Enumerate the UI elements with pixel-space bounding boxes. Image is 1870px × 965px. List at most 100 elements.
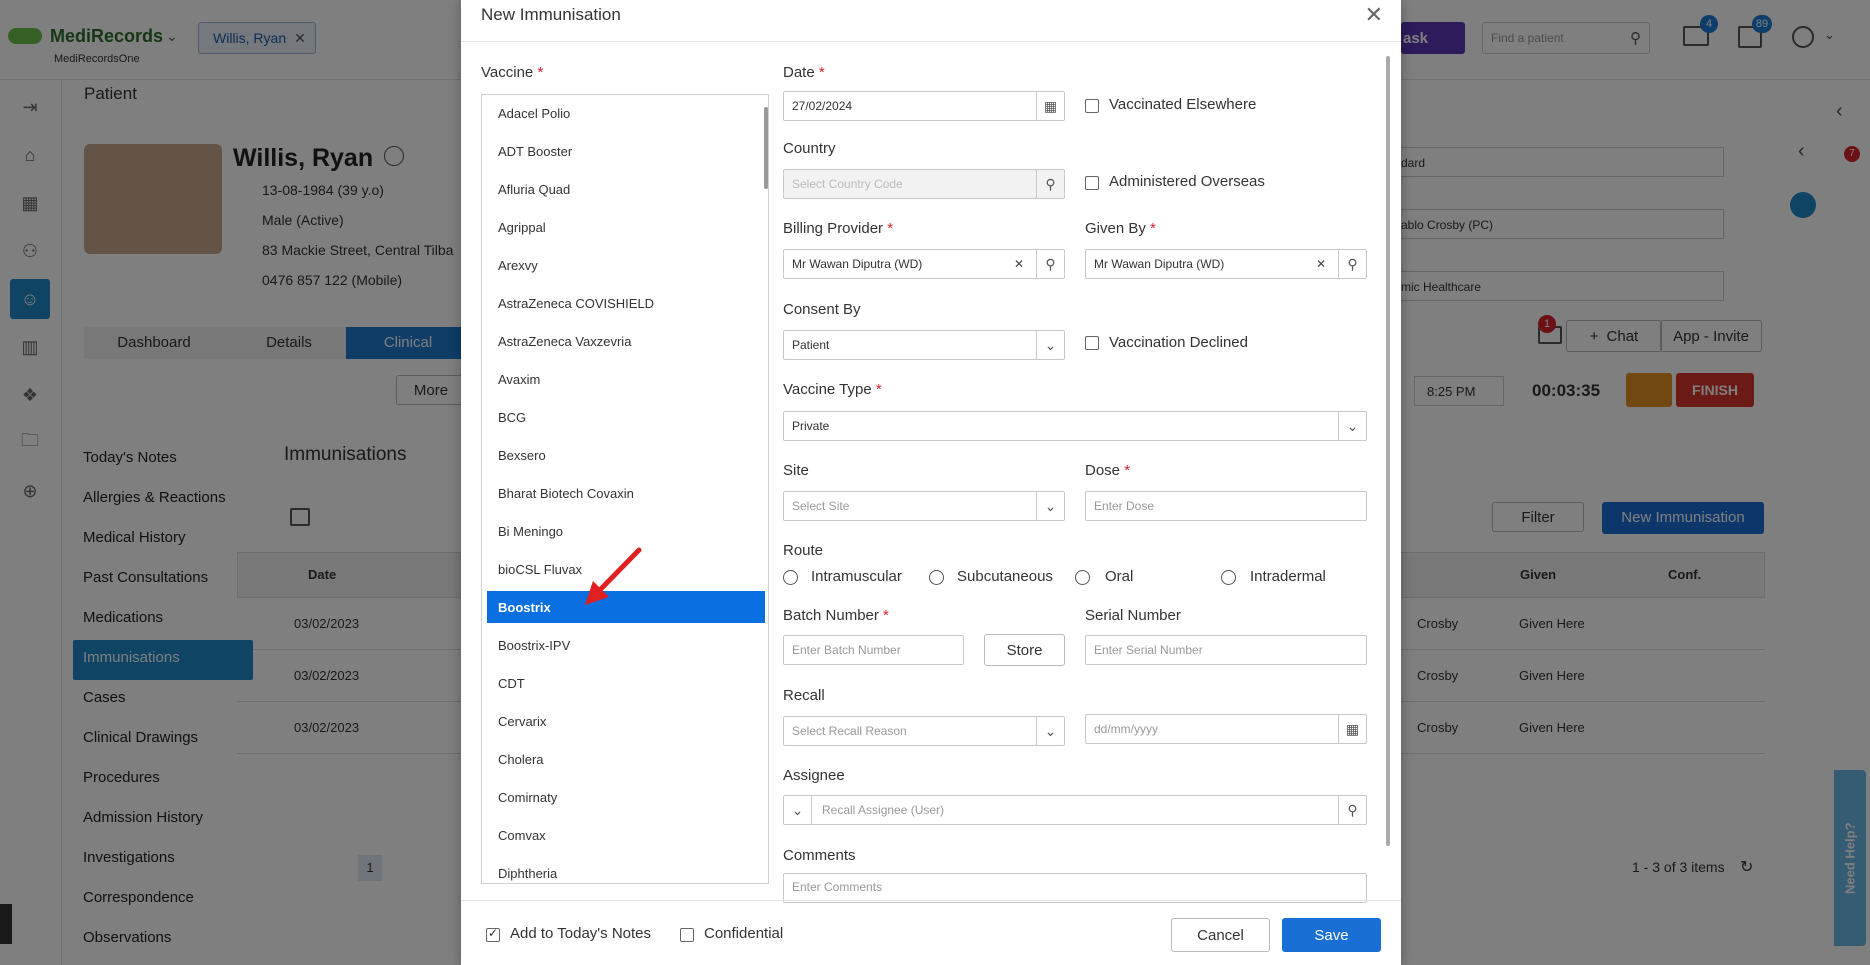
vaccine-option[interactable]: Comvax bbox=[482, 819, 762, 851]
dose-label-text: Dose bbox=[1085, 462, 1121, 479]
dose-placeholder: Enter Dose bbox=[1094, 499, 1155, 513]
required-mark: * bbox=[875, 381, 882, 398]
consent-by-value: Patient bbox=[792, 338, 830, 352]
dose-label: Dose * bbox=[1085, 462, 1130, 479]
vaccine-label-text: Vaccine bbox=[481, 64, 534, 81]
recall-reason-select[interactable]: Select Recall Reason ⌄ bbox=[783, 716, 1065, 746]
vaccine-option[interactable]: AstraZeneca COVISHIELD bbox=[482, 287, 762, 319]
given-by-label: Given By * bbox=[1085, 220, 1156, 237]
search-icon[interactable]: ⚲ bbox=[1338, 250, 1366, 278]
chevron-down-icon[interactable]: ⌄ bbox=[784, 796, 812, 824]
vaccine-list[interactable]: Adacel Polio ADT Booster Afluria Quad Ag… bbox=[481, 94, 769, 884]
consent-by-select[interactable]: Patient ⌄ bbox=[783, 330, 1065, 360]
vaccine-option[interactable]: ADT Booster bbox=[482, 135, 762, 167]
vaccine-option[interactable]: Bi Meningo bbox=[482, 515, 762, 547]
confidential-label: Confidential bbox=[704, 925, 784, 942]
recall-date-input[interactable]: dd/mm/yyyy ▦ bbox=[1085, 714, 1367, 744]
new-immunisation-dialog: New Immunisation ✕ Vaccine * Adacel Poli… bbox=[461, 0, 1401, 965]
chevron-down-icon[interactable]: ⌄ bbox=[1338, 412, 1366, 440]
site-placeholder: Select Site bbox=[792, 499, 850, 513]
add-to-notes-label: Add to Today's Notes bbox=[510, 925, 652, 942]
checkmark-icon: ✓ bbox=[488, 926, 499, 940]
date-label-text: Date bbox=[783, 64, 815, 81]
serial-number-placeholder: Enter Serial Number bbox=[1094, 643, 1203, 657]
serial-number-input[interactable]: Enter Serial Number bbox=[1085, 635, 1367, 665]
chevron-down-icon[interactable]: ⌄ bbox=[1036, 717, 1064, 745]
site-select[interactable]: Select Site ⌄ bbox=[783, 491, 1065, 521]
required-mark: * bbox=[883, 607, 889, 624]
comments-label: Comments bbox=[783, 847, 856, 864]
dose-input[interactable]: Enter Dose bbox=[1085, 491, 1367, 521]
search-icon[interactable]: ⚲ bbox=[1036, 250, 1064, 278]
recall-reason-placeholder: Select Recall Reason bbox=[792, 724, 907, 738]
date-label: Date * bbox=[783, 64, 825, 81]
route-radio-intramuscular[interactable] bbox=[783, 570, 798, 585]
confidential-checkbox[interactable] bbox=[680, 928, 694, 942]
search-icon[interactable]: ⚲ bbox=[1036, 170, 1064, 198]
comments-textarea[interactable]: Enter Comments bbox=[783, 873, 1367, 903]
divider bbox=[461, 41, 1401, 42]
batch-number-input[interactable]: Enter Batch Number bbox=[783, 635, 964, 665]
cancel-button[interactable]: Cancel bbox=[1171, 918, 1270, 952]
vaccinated-elsewhere-checkbox[interactable] bbox=[1085, 99, 1099, 113]
vaccine-option[interactable]: Agrippal bbox=[482, 211, 762, 243]
vaccine-option[interactable]: AstraZeneca Vaxzevria bbox=[482, 325, 762, 357]
administered-overseas-checkbox[interactable] bbox=[1085, 176, 1099, 190]
clear-icon[interactable]: ✕ bbox=[1014, 257, 1024, 271]
vaccine-type-label: Vaccine Type * bbox=[783, 381, 882, 398]
vaccine-option[interactable]: Bexsero bbox=[482, 439, 762, 471]
country-placeholder: Select Country Code bbox=[792, 177, 903, 191]
vaccination-declined-checkbox[interactable] bbox=[1085, 336, 1099, 350]
save-button[interactable]: Save bbox=[1282, 918, 1381, 952]
vaccine-option[interactable]: Adacel Polio bbox=[482, 97, 762, 129]
administered-overseas-label: Administered Overseas bbox=[1109, 173, 1265, 190]
route-radio-subcutaneous[interactable] bbox=[929, 570, 944, 585]
add-to-notes-checkbox[interactable]: ✓ bbox=[486, 926, 500, 942]
required-mark: * bbox=[887, 220, 894, 237]
vaccine-label: Vaccine * bbox=[481, 64, 543, 81]
calendar-icon[interactable]: ▦ bbox=[1036, 92, 1064, 120]
arrow-annotation-icon bbox=[585, 547, 642, 605]
search-icon[interactable]: ⚲ bbox=[1338, 796, 1366, 824]
vaccine-option[interactable]: Comirnaty bbox=[482, 781, 762, 813]
chevron-down-icon[interactable]: ⌄ bbox=[1036, 331, 1064, 359]
vaccine-option[interactable]: Diphtheria bbox=[482, 857, 762, 883]
recall-date-placeholder: dd/mm/yyyy bbox=[1094, 722, 1159, 736]
assignee-input[interactable]: ⌄ Recall Assignee (User) ⚲ bbox=[783, 795, 1367, 825]
route-radio-intradermal[interactable] bbox=[1221, 570, 1236, 585]
vaccine-option[interactable]: Cholera bbox=[482, 743, 762, 775]
form-scrollbar[interactable] bbox=[1386, 56, 1390, 846]
billing-provider-label-text: Billing Provider bbox=[783, 220, 884, 237]
vaccine-option[interactable]: CDT bbox=[482, 667, 762, 699]
chevron-down-icon[interactable]: ⌄ bbox=[1036, 492, 1064, 520]
route-label: Route bbox=[783, 542, 824, 559]
comments-placeholder: Enter Comments bbox=[792, 880, 883, 894]
calendar-icon[interactable]: ▦ bbox=[1338, 715, 1366, 743]
site-label: Site bbox=[783, 462, 809, 479]
billing-provider-input[interactable]: Mr Wawan Diputra (WD) ✕ ⚲ bbox=[783, 249, 1065, 279]
date-input[interactable]: 27/02/2024 ▦ bbox=[783, 91, 1065, 121]
vaccine-option[interactable]: Boostrix-IPV bbox=[482, 629, 762, 661]
route-option-label: Intradermal bbox=[1250, 568, 1326, 585]
required-mark: * bbox=[1150, 220, 1156, 237]
vaccine-list-scrollbar[interactable] bbox=[764, 107, 768, 189]
vaccine-option[interactable]: Afluria Quad bbox=[482, 173, 762, 205]
store-button[interactable]: Store bbox=[984, 634, 1065, 666]
vaccine-type-value: Private bbox=[792, 419, 830, 433]
route-option-label: Oral bbox=[1105, 568, 1134, 585]
given-by-input[interactable]: Mr Wawan Diputra (WD) ✕ ⚲ bbox=[1085, 249, 1367, 279]
billing-provider-value: Mr Wawan Diputra (WD) bbox=[792, 257, 923, 271]
vaccine-option[interactable]: BCG bbox=[482, 401, 762, 433]
vaccine-type-select[interactable]: Private ⌄ bbox=[783, 411, 1367, 441]
given-by-label-text: Given By bbox=[1085, 220, 1146, 237]
assignee-placeholder: Recall Assignee (User) bbox=[822, 803, 945, 817]
vaccine-option[interactable]: Bharat Biotech Covaxin bbox=[482, 477, 762, 509]
vaccine-option[interactable]: Avaxim bbox=[482, 363, 762, 395]
close-icon[interactable]: ✕ bbox=[1365, 2, 1383, 28]
vaccine-option[interactable]: Cervarix bbox=[482, 705, 762, 737]
country-input[interactable]: Select Country Code ⚲ bbox=[783, 169, 1065, 199]
route-radio-oral[interactable] bbox=[1075, 570, 1090, 585]
dialog-title: New Immunisation bbox=[481, 5, 621, 24]
clear-icon[interactable]: ✕ bbox=[1316, 257, 1326, 271]
vaccine-option[interactable]: Arexvy bbox=[482, 249, 762, 281]
